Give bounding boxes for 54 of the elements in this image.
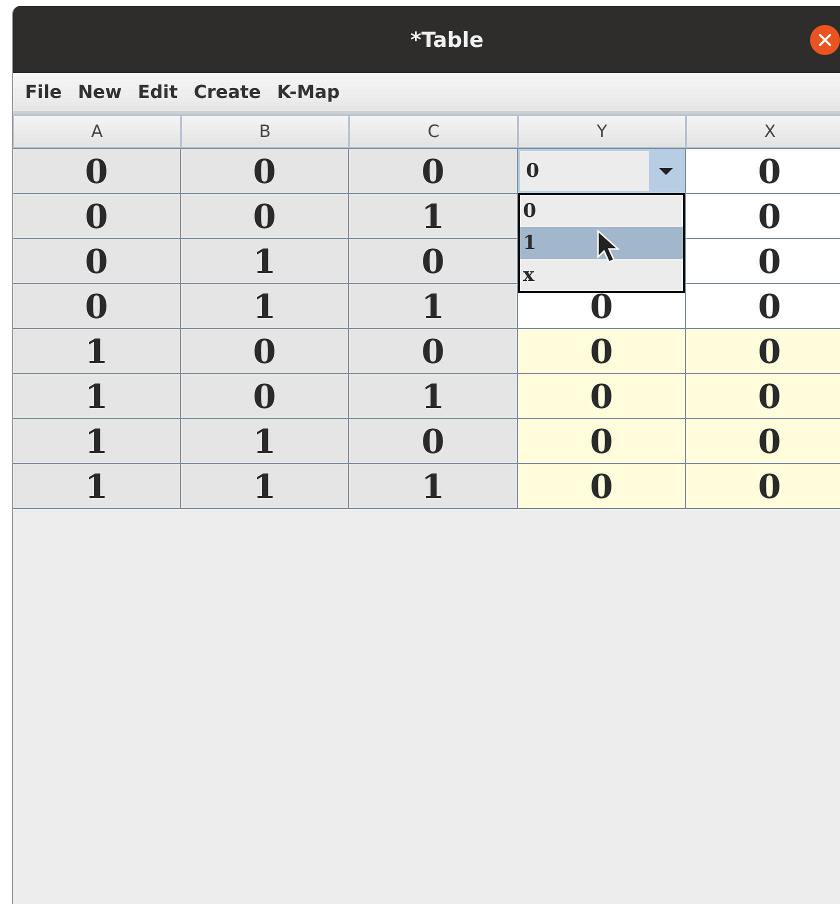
table-cell: 0 bbox=[349, 238, 518, 283]
value-dropdown[interactable]: 0 bbox=[518, 149, 685, 193]
column-header[interactable]: A bbox=[13, 114, 181, 148]
table-cell: 0 bbox=[518, 463, 686, 508]
table-cell: 1 bbox=[13, 463, 181, 508]
caret-icon bbox=[658, 166, 674, 176]
table-cell: 1 bbox=[349, 193, 518, 238]
table-cell: 0 bbox=[686, 238, 840, 283]
table-cell: 1 bbox=[181, 283, 349, 328]
table-cell: 0 bbox=[518, 373, 686, 418]
table-cell: 0 bbox=[686, 463, 840, 508]
table-cell: 0 bbox=[686, 148, 840, 193]
menu-item[interactable]: Edit bbox=[130, 80, 186, 104]
dropdown-option[interactable]: 1 bbox=[520, 227, 683, 259]
table-cell: 1 bbox=[349, 373, 518, 418]
dropdown-option[interactable]: 0 bbox=[520, 195, 683, 227]
column-header[interactable]: Y bbox=[518, 114, 686, 148]
table-cell: 1 bbox=[349, 463, 518, 508]
cursor-icon bbox=[596, 229, 622, 265]
menu-item[interactable]: New bbox=[70, 80, 130, 104]
table-cell: 1 bbox=[181, 238, 349, 283]
close-icon bbox=[818, 33, 832, 47]
column-header[interactable]: C bbox=[349, 114, 518, 148]
table-cell: 1 bbox=[13, 328, 181, 373]
menu-item[interactable]: K-Map bbox=[268, 80, 348, 104]
close-button[interactable] bbox=[810, 25, 840, 55]
window-title: *Table bbox=[410, 28, 484, 52]
menu-item[interactable]: File bbox=[17, 80, 70, 104]
table-cell: 0 bbox=[13, 238, 181, 283]
table-cell: 1 bbox=[13, 373, 181, 418]
table-cell: 0 bbox=[686, 283, 840, 328]
table-cell: 1 bbox=[181, 418, 349, 463]
table-cell: 0 bbox=[181, 328, 349, 373]
table-cell: 0 bbox=[181, 148, 349, 193]
table-cell: 0 bbox=[181, 193, 349, 238]
table-cell: 0 bbox=[518, 418, 686, 463]
column-header[interactable]: X bbox=[686, 114, 840, 148]
table-cell: 0 bbox=[13, 283, 181, 328]
table-cell: 0 bbox=[686, 193, 840, 238]
table-cell: 1 bbox=[13, 418, 181, 463]
table-cell: 0 bbox=[13, 148, 181, 193]
table-cell: 0 bbox=[181, 373, 349, 418]
table-cell: 0 bbox=[686, 328, 840, 373]
table-cell: 0 bbox=[349, 418, 518, 463]
table-cell: 0 bbox=[349, 148, 518, 193]
table-cell: 1 bbox=[349, 283, 518, 328]
table-cell: 0 bbox=[13, 193, 181, 238]
table-cell: 1 bbox=[181, 463, 349, 508]
column-header[interactable]: B bbox=[181, 114, 349, 148]
menu-item[interactable]: Create bbox=[186, 80, 269, 104]
table-cell: 0 bbox=[518, 328, 686, 373]
table-cell: 0 bbox=[686, 418, 840, 463]
table-cell: 0 bbox=[349, 328, 518, 373]
table-cell: 0 bbox=[686, 373, 840, 418]
